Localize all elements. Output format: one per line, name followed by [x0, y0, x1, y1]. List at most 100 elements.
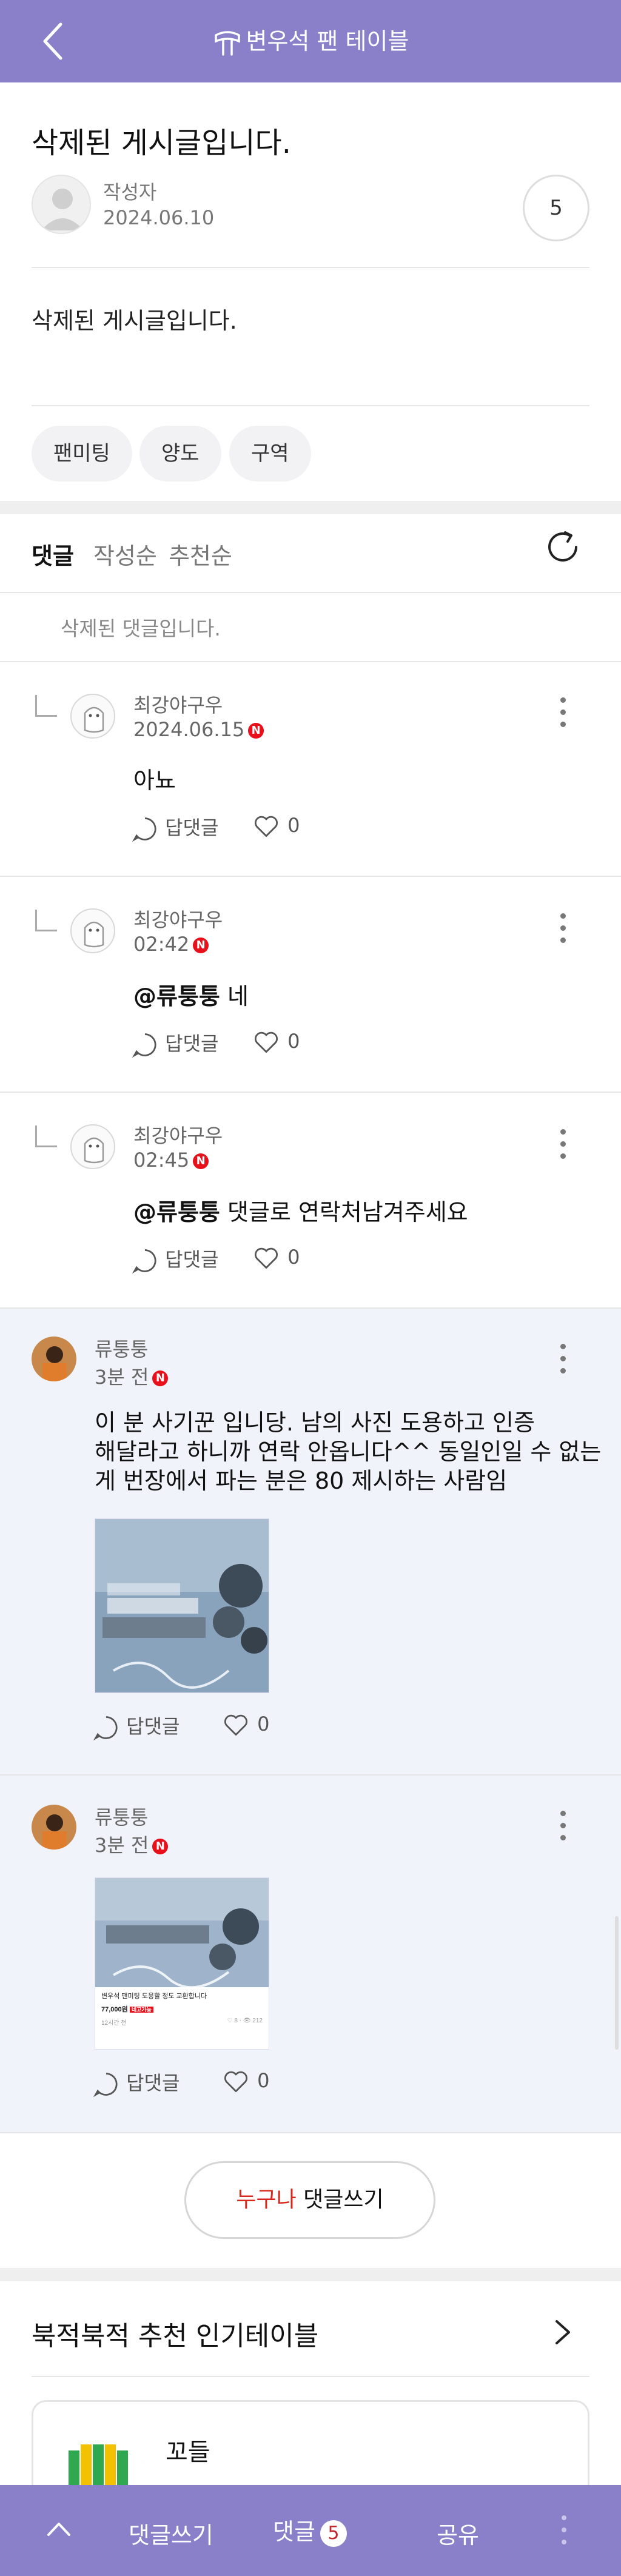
more-options-button[interactable] [551, 1805, 575, 1847]
divider [0, 592, 621, 593]
comment-count-badge: 5 [320, 2520, 347, 2547]
commenter-name[interactable]: 류퉁퉁 [95, 1334, 148, 1362]
deleted-comment: 삭제된 댓글입니다. [61, 617, 221, 640]
like-button[interactable]: 0 [251, 813, 300, 840]
new-badge: N [193, 937, 209, 953]
tab-sort-by-recommend[interactable]: 추천순 [169, 537, 232, 571]
post-date: 2024.06.10 [103, 206, 215, 229]
top-app-bar: 변우석 팬 테이블 [0, 0, 621, 82]
divider [0, 1092, 621, 1093]
recommend-more-button[interactable] [551, 2315, 575, 2349]
author-avatar[interactable] [32, 175, 91, 234]
bottom-action-bar: 댓글쓰기 댓글 5 공유 [0, 2485, 621, 2576]
tag-chip[interactable]: 양도 [139, 426, 221, 481]
comment-text: 이 분 사기꾼 입니당. 남의 사진 도용하고 인증 해달라고 하니까 연락 안… [95, 1409, 602, 1494]
avatar[interactable] [32, 1337, 76, 1381]
divider [0, 661, 621, 662]
comment-date: 02:42 N [133, 933, 209, 956]
divider [0, 876, 621, 877]
comment-date: 02:45 N [133, 1149, 209, 1172]
divider [32, 267, 589, 268]
reply-button[interactable]: 답댓글 [131, 1244, 219, 1275]
speech-bubble-icon [93, 1716, 118, 1741]
like-button[interactable]: 0 [251, 1028, 300, 1056]
new-badge: N [248, 723, 264, 739]
reply-indicator-icon [35, 1125, 57, 1147]
like-button[interactable]: 0 [221, 1711, 270, 1739]
new-badge: N [152, 1839, 169, 1854]
like-button[interactable]: 0 [251, 1244, 300, 1272]
table-logo-icon [212, 28, 243, 58]
divider [0, 2132, 621, 2133]
section-separator [0, 501, 621, 514]
more-options-button[interactable] [552, 2509, 576, 2552]
reply-button[interactable]: 답댓글 [92, 2068, 180, 2098]
tag-chip[interactable]: 구역 [229, 426, 311, 481]
more-options-button[interactable] [551, 691, 575, 734]
listing-tag: 네고가능 [129, 2007, 153, 2013]
comment-card [0, 1309, 621, 1774]
heart-icon [224, 1714, 247, 1736]
refresh-button[interactable] [543, 528, 582, 566]
more-options-button[interactable] [551, 1123, 575, 1166]
write-comment-button[interactable]: 누구나 댓글쓰기 [184, 2161, 435, 2239]
comment-date: 3분 전N [95, 1830, 169, 1858]
reply-button[interactable]: 답댓글 [131, 1028, 219, 1059]
like-button[interactable]: 0 [221, 2068, 270, 2096]
tab-comments[interactable]: 댓글 [32, 537, 74, 571]
comments-tab[interactable]: 댓글 5 [273, 2513, 347, 2547]
new-badge: N [193, 1153, 209, 1169]
table-name: 꼬들 [166, 2438, 210, 2466]
speech-bubble-icon [132, 1033, 156, 1058]
scrollbar[interactable] [615, 1916, 619, 2050]
tab-sort-by-date[interactable]: 작성순 [93, 537, 157, 571]
commenter-name[interactable]: 최강야구우 [133, 1121, 223, 1149]
speech-bubble-icon [132, 1249, 156, 1274]
post-body: 삭제된 게시글입니다. [32, 307, 237, 334]
reply-button[interactable]: 답댓글 [131, 813, 219, 843]
avatar[interactable] [70, 1124, 115, 1169]
avatar[interactable] [70, 694, 115, 739]
comment-text: 아뇨 [133, 767, 176, 794]
more-options-button[interactable] [551, 907, 575, 950]
post-title: 삭제된 게시글입니다. [32, 126, 291, 160]
board-title[interactable]: 변우석 팬 테이블 [0, 23, 621, 59]
avatar[interactable] [32, 1805, 76, 1850]
avatar[interactable] [70, 908, 115, 953]
heart-icon [255, 1031, 278, 1053]
recommend-section-title: 북적북적 추천 인기테이블 [32, 2321, 319, 2352]
reply-indicator-icon [35, 695, 57, 717]
commenter-name[interactable]: 최강야구우 [133, 690, 223, 718]
listing-time: 12시간 전 [101, 2020, 127, 2027]
commenter-name[interactable]: 류퉁퉁 [95, 1802, 148, 1830]
section-separator [0, 2268, 621, 2281]
reply-indicator-icon [35, 910, 57, 931]
listing-price: 77,000원 [101, 2006, 128, 2013]
comment-date: 3분 전N [95, 1362, 169, 1390]
board-title-text: 변우석 팬 테이블 [246, 28, 409, 55]
chevron-up-icon [47, 2523, 70, 2536]
divider [32, 2376, 589, 2377]
mention[interactable]: @류퉁퉁 [133, 983, 220, 1010]
attached-image[interactable] [95, 1518, 269, 1693]
attached-image[interactable]: 변우석 팬미팅 도용할 정도 교환합니다 77,000원 네고가능 12시간 전… [95, 1877, 269, 2050]
scroll-top-button[interactable] [44, 2517, 74, 2541]
heart-icon [224, 2071, 247, 2093]
speech-bubble-icon [93, 2073, 118, 2098]
heart-icon [255, 1247, 278, 1269]
tag-chip[interactable]: 팬미팅 [32, 426, 132, 481]
view-count-badge: 5 [523, 175, 589, 241]
reply-button[interactable]: 답댓글 [92, 1711, 180, 1742]
commenter-name[interactable]: 최강야구우 [133, 905, 223, 933]
more-options-button[interactable] [551, 1338, 575, 1380]
mention[interactable]: @류퉁퉁 [133, 1199, 220, 1226]
share-button[interactable]: 공유 [437, 2517, 479, 2550]
heart-icon [255, 816, 278, 837]
listing-stats: ♡ 8 · 👁 212 [227, 2018, 263, 2024]
author-name[interactable]: 작성자 [103, 177, 156, 205]
chevron-right-icon [556, 2320, 570, 2344]
speech-bubble-icon [132, 817, 156, 842]
divider [32, 405, 589, 406]
write-comment-tab[interactable]: 댓글쓰기 [129, 2517, 213, 2550]
refresh-icon [548, 531, 577, 562]
